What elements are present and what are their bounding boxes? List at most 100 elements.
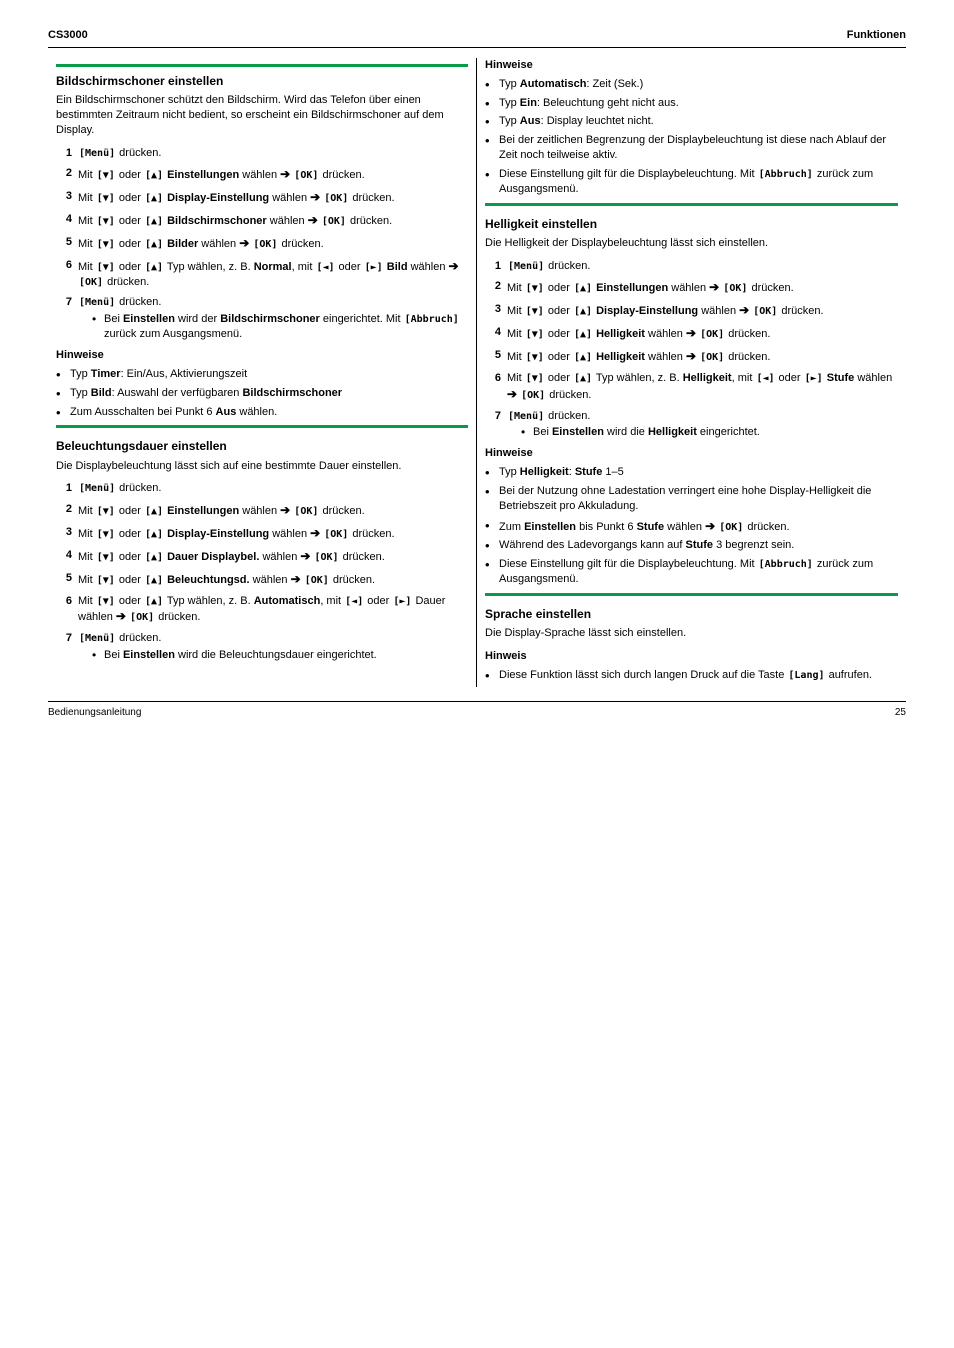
section-intro-screensaver: Ein Bildschirmschoner schützt den Bildsc… <box>56 93 468 138</box>
arrow-icon: ➔ <box>308 213 318 227</box>
lang-icon: [Lang] <box>787 669 825 683</box>
arrow-icon: ➔ <box>239 236 249 250</box>
section-title-brightness: Helligkeit einstellen <box>485 216 898 232</box>
ok-icon: [OK] <box>78 276 104 290</box>
note-item: Typ Helligkeit: Stufe 1–5 <box>485 465 898 480</box>
right-icon: [►] <box>804 372 824 386</box>
note-item: Diese Einstellung gilt für die Displaybe… <box>485 557 898 587</box>
steps-screensaver: [Menü] drücken.Mit [▼] oder [▲] Einstell… <box>56 146 468 342</box>
cancel-icon: [Abbruch] <box>758 558 814 572</box>
section-title-screensaver: Bildschirmschoner einstellen <box>56 64 468 89</box>
right-icon: [►] <box>364 261 384 275</box>
header-model: CS3000 <box>48 28 88 43</box>
step-inner-list: Bei Einstellen wird die Beleuchtungsdaue… <box>78 648 468 663</box>
notes-label-c: Hinweise <box>485 446 898 461</box>
arrow-icon: ➔ <box>310 526 320 540</box>
cancel-icon: [Abbruch] <box>404 313 460 327</box>
menu-icon: [Menü] <box>507 260 545 274</box>
ok-icon: [OK] <box>722 282 748 296</box>
step-item: Mit [▼] oder [▲] Typ wählen, z. B. Helli… <box>485 371 898 403</box>
left-icon: [◄] <box>344 595 364 609</box>
notes-label-d: Hinweis <box>485 649 898 664</box>
section-intro-language: Die Display-Sprache lässt sich einstelle… <box>485 626 898 641</box>
down-icon: [▼] <box>96 215 116 229</box>
steps-backlight: [Menü] drücken.Mit [▼] oder [▲] Einstell… <box>56 481 468 663</box>
step-item: Mit [▼] oder [▲] Helligkeit wählen ➔ [OK… <box>485 325 898 342</box>
step-inner-item: Bei Einstellen wird die Helligkeit einge… <box>521 425 898 440</box>
step-item: Mit [▼] oder [▲] Typ wählen, z. B. Autom… <box>56 594 468 626</box>
up-icon: [▲] <box>573 372 593 386</box>
note-item: Bei der zeitlichen Begrenzung der Displa… <box>485 133 898 163</box>
step-item: Mit [▼] oder [▲] Einstellungen wählen ➔ … <box>56 502 468 519</box>
step-item: [Menü] drücken.Bei Einstellen wird die B… <box>56 631 468 663</box>
down-icon: [▼] <box>96 192 116 206</box>
arrow-icon: ➔ <box>507 387 517 401</box>
ok-icon: [OK] <box>520 389 546 403</box>
notes-c: Typ Helligkeit: Stufe 1–5Bei der Nutzung… <box>485 465 898 587</box>
down-icon: [▼] <box>96 505 116 519</box>
arrow-icon: ➔ <box>449 259 459 273</box>
down-icon: [▼] <box>525 305 545 319</box>
down-icon: [▼] <box>525 282 545 296</box>
arrow-icon: ➔ <box>280 503 290 517</box>
notes-d: Diese Funktion lässt sich durch langen D… <box>485 668 898 683</box>
step-item: Mit [▼] oder [▲] Dauer Displaybel. wähle… <box>56 548 468 565</box>
ok-icon: [OK] <box>304 574 330 588</box>
arrow-icon: ➔ <box>310 190 320 204</box>
note-item: Typ Bild: Auswahl der verfügbaren Bildsc… <box>56 386 468 401</box>
arrow-icon: ➔ <box>280 167 290 181</box>
down-icon: [▼] <box>96 238 116 252</box>
ok-icon: [OK] <box>293 169 319 183</box>
notes-label-b: Hinweise <box>485 58 898 73</box>
down-icon: [▼] <box>525 351 545 365</box>
step-item: [Menü] drücken.Bei Einstellen wird der B… <box>56 295 468 342</box>
notes-label-a: Hinweise <box>56 348 468 363</box>
ok-icon: [OK] <box>129 611 155 625</box>
cancel-icon: [Abbruch] <box>758 168 814 182</box>
steps-brightness: [Menü] drücken.Mit [▼] oder [▲] Einstell… <box>485 259 898 441</box>
note-item: Zum Einstellen bis Punkt 6 Stufe wählen … <box>485 518 898 535</box>
section-title-language: Sprache einstellen <box>485 606 898 622</box>
step-item: Mit [▼] oder [▲] Bildschirmschoner wähle… <box>56 212 468 229</box>
page-footer: Bedienungsanleitung 25 <box>48 701 906 720</box>
step-item: Mit [▼] oder [▲] Beleuchtungsd. wählen ➔… <box>56 571 468 588</box>
page-header: CS3000 Funktionen <box>48 28 906 48</box>
left-column: Bildschirmschoner einstellen Ein Bildsch… <box>48 58 477 687</box>
note-item: Typ Automatisch: Zeit (Sek.) <box>485 77 898 92</box>
up-icon: [▲] <box>573 282 593 296</box>
section-intro-brightness: Die Helligkeit der Displaybeleuchtung lä… <box>485 236 898 251</box>
down-icon: [▼] <box>96 261 116 275</box>
step-inner-list: Bei Einstellen wird der Bildschirmschone… <box>78 312 468 342</box>
up-icon: [▲] <box>144 551 164 565</box>
up-icon: [▲] <box>144 528 164 542</box>
arrow-icon: ➔ <box>739 303 749 317</box>
up-icon: [▲] <box>144 574 164 588</box>
arrow-icon: ➔ <box>686 349 696 363</box>
step-item: Mit [▼] oder [▲] Display-Einstellung wäh… <box>485 302 898 319</box>
header-section: Funktionen <box>847 28 906 43</box>
up-icon: [▲] <box>144 169 164 183</box>
section-title-backlight: Beleuchtungsdauer einstellen <box>56 438 468 454</box>
up-icon: [▲] <box>144 215 164 229</box>
step-item: Mit [▼] oder [▲] Einstellungen wählen ➔ … <box>485 279 898 296</box>
arrow-icon: ➔ <box>116 609 126 623</box>
up-icon: [▲] <box>144 261 164 275</box>
ok-icon: [OK] <box>323 528 349 542</box>
down-icon: [▼] <box>525 372 545 386</box>
arrow-icon: ➔ <box>291 572 301 586</box>
note-item: Typ Timer: Ein/Aus, Aktivierungszeit <box>56 367 468 382</box>
content-columns: Bildschirmschoner einstellen Ein Bildsch… <box>48 58 906 687</box>
ok-icon: [OK] <box>314 551 340 565</box>
down-icon: [▼] <box>96 595 116 609</box>
left-icon: [◄] <box>315 261 335 275</box>
step-item: Mit [▼] oder [▲] Display-Einstellung wäh… <box>56 189 468 206</box>
menu-icon: [Menü] <box>78 147 116 161</box>
step-inner-item: Bei Einstellen wird die Beleuchtungsdaue… <box>92 648 468 663</box>
ok-icon: [OK] <box>699 328 725 342</box>
up-icon: [▲] <box>573 328 593 342</box>
step-item: Mit [▼] oder [▲] Helligkeit wählen ➔ [OK… <box>485 348 898 365</box>
menu-icon: [Menü] <box>78 296 116 310</box>
up-icon: [▲] <box>144 192 164 206</box>
note-item: Diese Funktion lässt sich durch langen D… <box>485 668 898 683</box>
down-icon: [▼] <box>96 551 116 565</box>
